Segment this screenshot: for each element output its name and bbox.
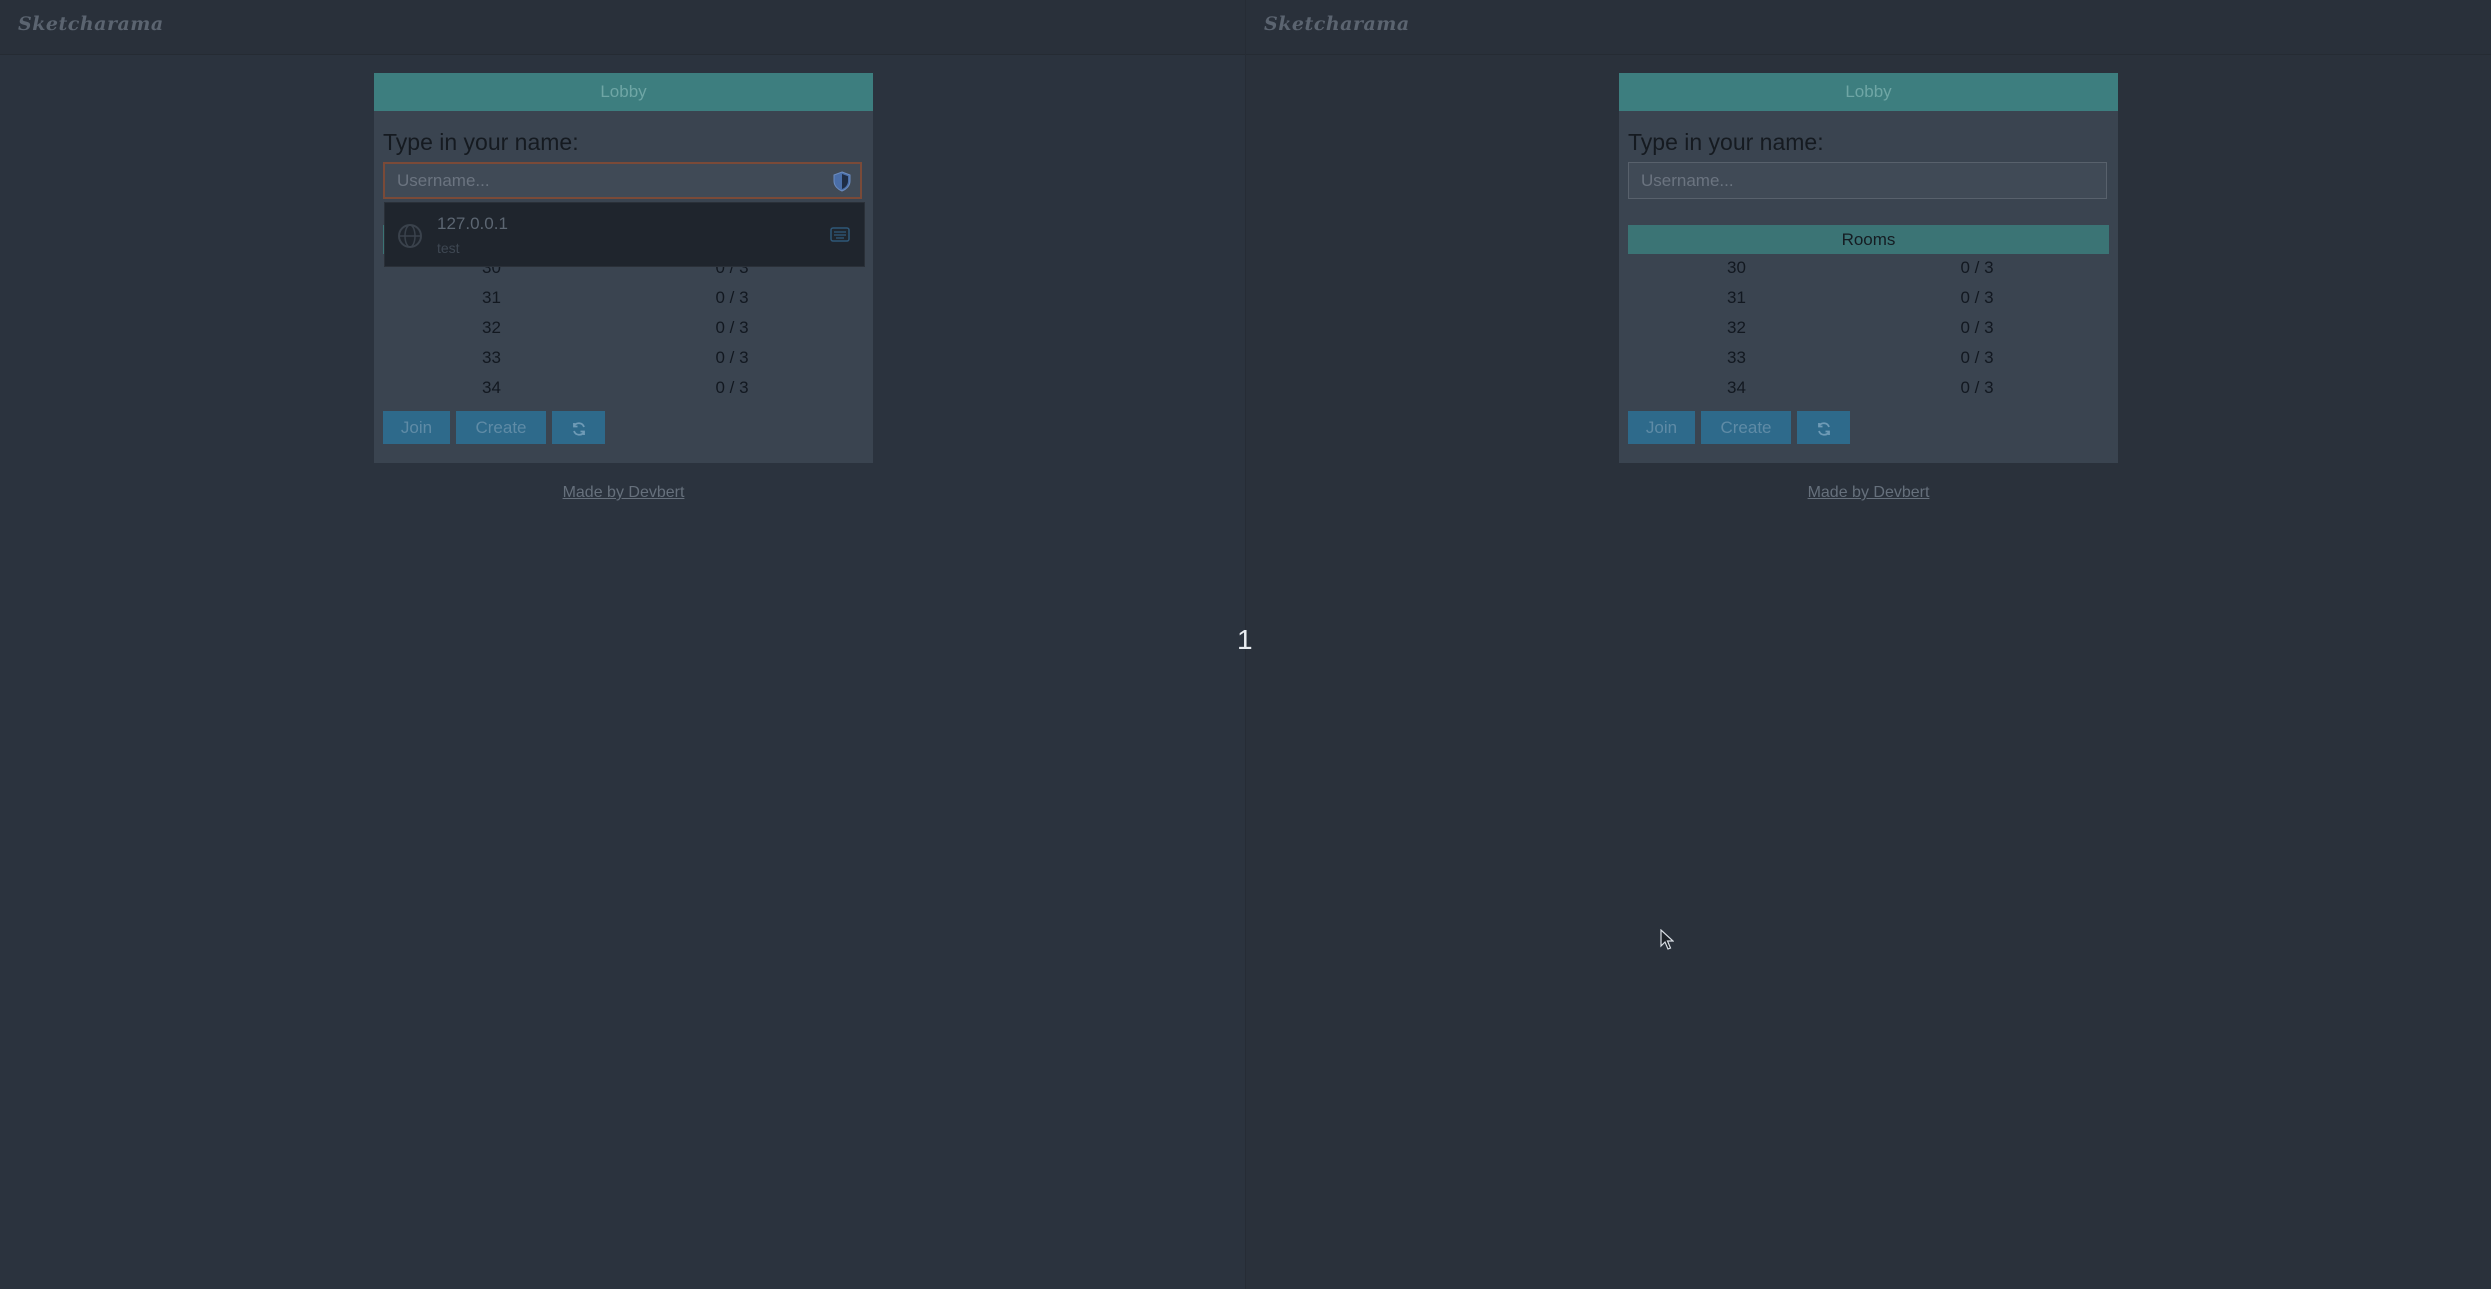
room-players: 0 / 3 — [715, 378, 749, 397]
room-id: 34 — [482, 378, 501, 397]
join-button[interactable]: Join — [1628, 411, 1695, 444]
room-row[interactable]: 32 0 / 3 — [383, 313, 864, 343]
username-placeholder: Username... — [1641, 171, 1734, 190]
room-players: 0 / 3 — [715, 348, 749, 367]
lobby-card: Lobby Type in your name: Username... Roo… — [374, 73, 873, 463]
app-logo[interactable]: Sketcharama — [1264, 13, 1410, 35]
room-id: 33 — [482, 348, 501, 367]
refresh-icon — [1817, 421, 1830, 436]
room-players: 0 / 3 — [1960, 318, 1994, 337]
made-by-link[interactable]: Made by Devbert — [374, 484, 873, 502]
room-id: 30 — [1727, 258, 1746, 277]
app-logo[interactable]: Sketcharama — [18, 13, 164, 35]
refresh-button[interactable] — [1797, 411, 1850, 444]
password-manager-shield-icon[interactable] — [833, 171, 851, 192]
room-id: 32 — [1727, 318, 1746, 337]
room-id: 31 — [1727, 288, 1746, 307]
lobby-header: Lobby — [1619, 73, 2118, 111]
top-bar: Sketcharama — [1246, 0, 2491, 55]
create-button[interactable]: Create — [1701, 411, 1791, 444]
room-id: 31 — [482, 288, 501, 307]
right-player-pane: Sketcharama Lobby Type in your name: Use… — [1246, 0, 2491, 1289]
room-id: 33 — [1727, 348, 1746, 367]
room-players: 0 / 3 — [1960, 348, 1994, 367]
room-players: 0 / 3 — [1960, 258, 1994, 277]
name-prompt: Type in your name: — [383, 129, 579, 155]
room-players: 0 / 3 — [1960, 288, 1994, 307]
top-bar: Sketcharama — [0, 0, 1245, 55]
room-row[interactable]: 31 0 / 3 — [1628, 283, 2109, 313]
overlay-counter: 1 — [1237, 624, 1253, 655]
left-player-pane: Sketcharama Lobby Type in your name: Use… — [0, 0, 1245, 1289]
username-placeholder: Username... — [397, 171, 490, 190]
room-row[interactable]: 34 0 / 3 — [383, 373, 864, 403]
mouse-cursor-icon — [1660, 929, 1674, 950]
lobby-header: Lobby — [374, 73, 873, 111]
name-prompt: Type in your name: — [1628, 129, 1824, 155]
globe-icon — [398, 224, 422, 248]
room-row[interactable]: 31 0 / 3 — [383, 283, 864, 313]
create-button[interactable]: Create — [456, 411, 546, 444]
lobby-card: Lobby Type in your name: Username... Roo… — [1619, 73, 2118, 463]
autofill-username: test — [437, 240, 460, 256]
refresh-button[interactable] — [552, 411, 605, 444]
made-by-link[interactable]: Made by Devbert — [1619, 484, 2118, 502]
room-id: 32 — [482, 318, 501, 337]
room-players: 0 / 3 — [715, 288, 749, 307]
join-button[interactable]: Join — [383, 411, 450, 444]
room-row[interactable]: 34 0 / 3 — [1628, 373, 2109, 403]
username-input[interactable]: Username... — [383, 162, 862, 199]
refresh-icon — [572, 421, 585, 436]
rooms-header: Rooms — [1628, 225, 2109, 254]
room-row[interactable]: 32 0 / 3 — [1628, 313, 2109, 343]
room-players: 0 / 3 — [715, 318, 749, 337]
autofill-host: 127.0.0.1 — [437, 214, 508, 233]
room-players: 0 / 3 — [1960, 378, 1994, 397]
room-row[interactable]: 33 0 / 3 — [383, 343, 864, 373]
autofill-suggestion[interactable]: 127.0.0.1 test — [384, 202, 865, 267]
keyboard-icon[interactable] — [830, 227, 850, 242]
room-row[interactable]: 30 0 / 3 — [1628, 253, 2109, 283]
room-row[interactable]: 33 0 / 3 — [1628, 343, 2109, 373]
username-input[interactable]: Username... — [1628, 162, 2107, 199]
room-id: 34 — [1727, 378, 1746, 397]
